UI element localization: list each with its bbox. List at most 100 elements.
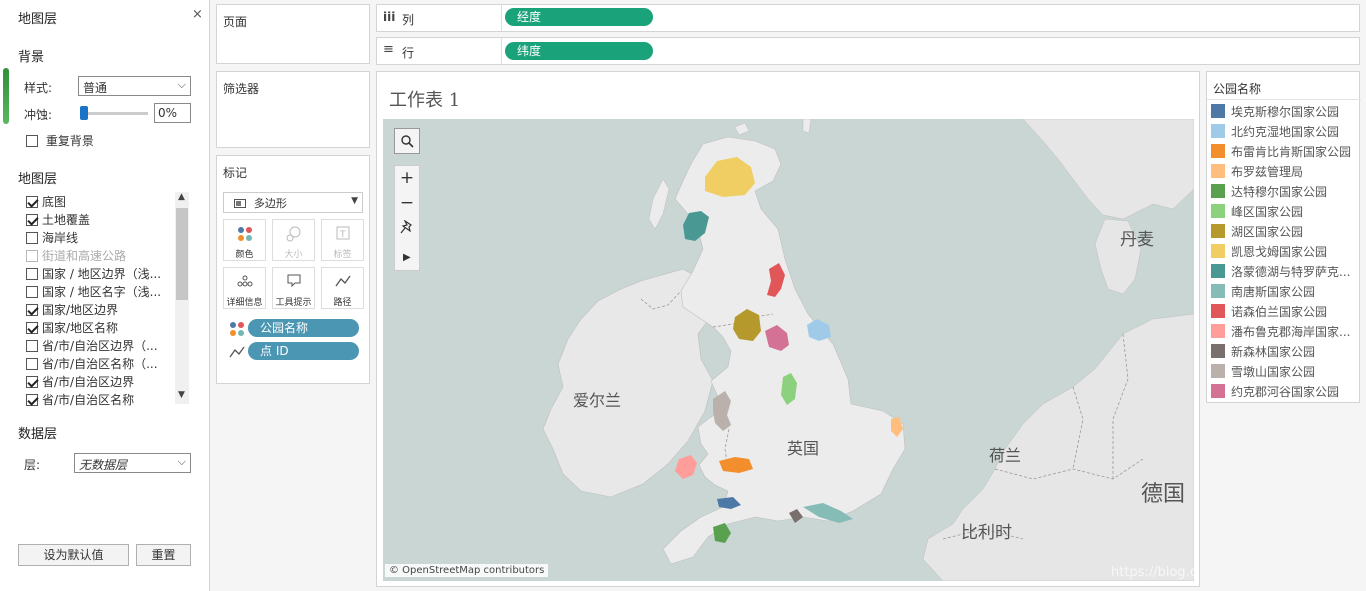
- map-layer-item[interactable]: 国家/地区边界: [26, 301, 118, 319]
- columns-shelf[interactable]: iii 列 经度: [376, 4, 1360, 32]
- park-exmoor: [717, 497, 741, 509]
- legend-swatch: [1211, 144, 1225, 158]
- tooltip-label: 工具提示: [275, 298, 312, 308]
- legend-label: 雪墩山国家公园: [1231, 365, 1316, 379]
- dropdown-arrow-icon: ▼: [351, 196, 358, 206]
- legend-swatch: [1211, 344, 1225, 358]
- repeat-background-label: 重复背景: [45, 134, 94, 148]
- map-layer-checkbox[interactable]: [26, 213, 38, 226]
- legend-label: 布罗兹管理局: [1231, 165, 1304, 179]
- filters-shelf[interactable]: 筛选器: [216, 71, 370, 148]
- legend-swatch: [1211, 264, 1225, 278]
- map-canvas[interactable]: 爱尔兰 英国 丹麦 荷兰 比利时 德国 + − ▶ © OpenStreetMa…: [383, 119, 1194, 581]
- legend-swatch: [1211, 124, 1225, 138]
- search-icon[interactable]: [394, 128, 420, 154]
- legend-swatch: [1211, 364, 1225, 378]
- scroll-thumb[interactable]: [176, 208, 188, 300]
- map-layer-checkbox[interactable]: [26, 267, 38, 280]
- legend-label: 北约克湿地国家公园: [1231, 125, 1340, 139]
- repeat-background-checkbox[interactable]: [26, 134, 38, 147]
- map-layer-label: 国家/地区边界: [42, 303, 119, 317]
- scroll-down-icon[interactable]: ▼: [178, 390, 185, 400]
- map-layer-item[interactable]: 底图: [26, 193, 66, 211]
- washout-input[interactable]: 0%: [154, 103, 191, 123]
- map-layer-checkbox[interactable]: [26, 357, 38, 370]
- zoom-in-icon[interactable]: +: [396, 168, 418, 188]
- legend-label: 约克郡河谷国家公园: [1231, 385, 1340, 399]
- expand-toolbar-icon[interactable]: ▶: [403, 252, 411, 263]
- washout-slider[interactable]: [80, 106, 148, 120]
- legend-swatch: [1211, 284, 1225, 298]
- repeat-background-row[interactable]: 重复背景: [26, 132, 94, 149]
- mark-type-select[interactable]: 多边形 ▼: [223, 192, 363, 213]
- map-layer-checkbox[interactable]: [26, 195, 38, 208]
- legend-label: 潘布鲁克郡海岸国家...: [1231, 325, 1351, 339]
- map-layer-checkbox[interactable]: [26, 375, 38, 388]
- map-layer-item[interactable]: 国家 / 地区边界（浅...: [26, 265, 161, 283]
- path-line-icon: [322, 274, 363, 292]
- map-layer-label: 海岸线: [42, 231, 79, 245]
- map-layer-label: 省/市/自治区边界: [42, 375, 135, 389]
- legend-swatch: [1211, 204, 1225, 218]
- pages-shelf[interactable]: 页面: [216, 4, 370, 64]
- scroll-up-icon[interactable]: ▲: [178, 192, 185, 202]
- park-name-field-pill[interactable]: 公园名称: [248, 319, 359, 337]
- pane-grip[interactable]: [3, 68, 9, 124]
- style-select[interactable]: 普通 ⌵: [78, 76, 191, 96]
- zoom-out-icon[interactable]: −: [396, 193, 418, 213]
- park-south-downs: [803, 503, 853, 523]
- size-button[interactable]: 大小: [272, 219, 315, 261]
- data-layer-select[interactable]: 无数据层 ⌵: [74, 453, 191, 473]
- map-layer-item[interactable]: 省/市/自治区名称（...: [26, 355, 158, 373]
- map-layer-item[interactable]: 国家/地区名称: [26, 319, 118, 337]
- slider-thumb[interactable]: [80, 106, 88, 120]
- legend-items: 埃克斯穆尔国家公园 北约克湿地国家公园 布雷肯比肯斯国家公园 布罗兹管理局 达特穆尔国家…: [1207, 102, 1359, 402]
- tooltip-button[interactable]: 工具提示: [272, 267, 315, 309]
- park-dartmoor: [713, 523, 731, 543]
- reset-button[interactable]: 重置: [136, 544, 191, 566]
- style-label: 样式:: [24, 81, 53, 95]
- park-snowdonia: [713, 391, 731, 431]
- park-pembrokeshire: [675, 455, 697, 479]
- marks-card: 标记 多边形 ▼ 颜色 大小 T 标签 详细信息 工具提示 路径 公园名称 点 …: [216, 155, 370, 384]
- set-default-button[interactable]: 设为默认值: [18, 544, 129, 566]
- map-layer-checkbox[interactable]: [26, 285, 38, 298]
- map-layer-checkbox[interactable]: [26, 303, 38, 316]
- longitude-pill[interactable]: 经度: [505, 8, 653, 26]
- map-layer-checkbox[interactable]: [26, 321, 38, 334]
- map-layer-item[interactable]: 土地覆盖: [26, 211, 90, 229]
- map-layer-checkbox[interactable]: [26, 393, 38, 406]
- map-layer-item[interactable]: 省/市/自治区边界: [26, 373, 134, 391]
- detail-button[interactable]: 详细信息: [223, 267, 266, 309]
- attribution[interactable]: © OpenStreetMap contributors: [385, 564, 549, 577]
- map-layer-label: 底图: [42, 195, 67, 209]
- point-id-field-pill[interactable]: 点 ID: [248, 342, 359, 360]
- map-layer-item[interactable]: 海岸线: [26, 229, 78, 247]
- close-icon[interactable]: ×: [192, 7, 203, 22]
- rows-shelf[interactable]: ≡ 行 纬度: [376, 37, 1360, 65]
- worksheet-title[interactable]: 工作表 1: [389, 86, 460, 112]
- map-layer-checkbox[interactable]: [26, 231, 38, 244]
- map-layer-item[interactable]: 国家 / 地区名字（浅...: [26, 283, 161, 301]
- layers-scrollbar[interactable]: ▲ ▼: [175, 192, 189, 404]
- map-layer-label: 国家 / 地区名字（浅...: [42, 285, 162, 299]
- park-lake-district: [733, 309, 761, 341]
- data-layer-heading: 数据层: [18, 427, 58, 442]
- svg-text:T: T: [339, 230, 346, 240]
- map-layer-label: 土地覆盖: [42, 213, 91, 227]
- pane-title: 地图层: [18, 12, 58, 27]
- map-layer-label: 国家 / 地区边界（浅...: [42, 267, 162, 281]
- legend-label: 布雷肯比肯斯国家公园: [1231, 145, 1352, 159]
- uk-label: 英国: [787, 439, 820, 458]
- label-button[interactable]: T 标签: [321, 219, 364, 261]
- map-layer-checkbox[interactable]: [26, 339, 38, 352]
- latitude-pill[interactable]: 纬度: [505, 42, 653, 60]
- size-icon: [273, 226, 314, 244]
- polygon-icon: [234, 199, 246, 208]
- map-layer-item[interactable]: 省/市/自治区名称: [26, 391, 134, 406]
- path-button[interactable]: 路径: [321, 267, 364, 309]
- color-button[interactable]: 颜色: [223, 219, 266, 261]
- map-layer-item[interactable]: 街道和高速公路: [26, 247, 126, 265]
- pin-icon[interactable]: [400, 219, 414, 239]
- map-layer-item[interactable]: 省/市/自治区边界（...: [26, 337, 158, 355]
